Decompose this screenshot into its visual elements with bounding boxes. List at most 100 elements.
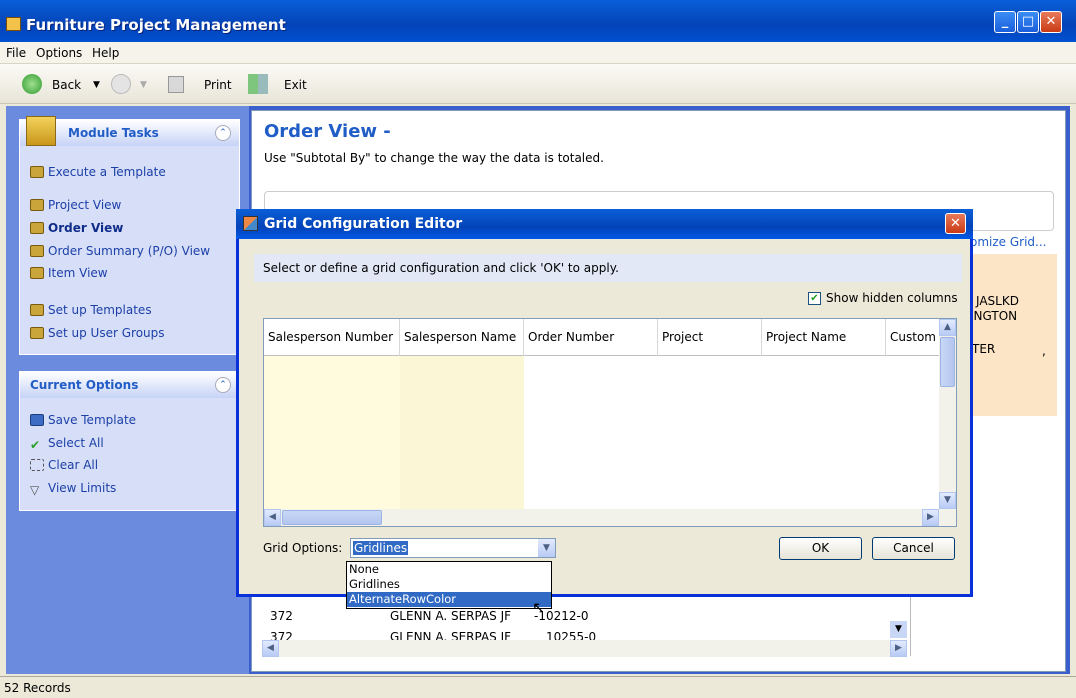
template-icon <box>30 327 44 339</box>
forward-arrow-icon[interactable] <box>111 74 131 94</box>
task-setup-templates[interactable]: Set up Templates <box>30 303 152 317</box>
task-execute-template[interactable]: Execute a Template <box>30 165 166 179</box>
close-icon[interactable]: ✕ <box>1040 11 1062 33</box>
maximize-icon[interactable]: □ <box>1017 11 1039 33</box>
grid-options-value: Gridlines <box>353 541 409 555</box>
task-setup-user-groups[interactable]: Set up User Groups <box>30 326 165 340</box>
horizontal-scrollbar[interactable]: ◀ ▶ <box>262 640 907 657</box>
option-view-limits[interactable]: ▽ View Limits <box>30 481 116 497</box>
show-hidden-label: Show hidden columns <box>826 291 958 305</box>
grid-options-list: None Gridlines AlternateRowColor <box>346 561 552 609</box>
horizontal-scrollbar[interactable]: ◀ ▶ <box>264 509 956 526</box>
filter-icon: ▽ <box>30 483 40 497</box>
task-order-view[interactable]: Order View <box>30 221 123 235</box>
current-options-panel: Current Options ⌃ Save Template ✔ Select … <box>19 371 240 511</box>
window-title: Furniture Project Management <box>26 16 286 34</box>
back-button[interactable]: Back <box>52 78 81 92</box>
template-icon <box>30 267 44 279</box>
template-icon <box>30 166 44 178</box>
grid-configuration-dialog: Grid Configuration Editor ✕ Select or de… <box>236 209 973 597</box>
exit-icon[interactable] <box>248 74 268 94</box>
print-icon[interactable] <box>168 76 184 93</box>
configuration-grid: Salesperson Number Salesperson Name Orde… <box>263 318 957 527</box>
back-arrow-icon[interactable] <box>22 74 42 94</box>
scroll-down-icon[interactable]: ▼ <box>890 621 907 638</box>
grid-options-select[interactable]: Gridlines ▼ <box>350 538 556 558</box>
menu-bar: File Options Help <box>0 42 1076 64</box>
column-header[interactable]: Project Name <box>762 319 886 356</box>
dialog-title-bar[interactable]: Grid Configuration Editor ✕ <box>236 209 973 239</box>
grid-icon <box>243 216 258 231</box>
menu-options[interactable]: Options <box>36 46 82 60</box>
save-icon <box>30 414 44 426</box>
toolbar: Back ▼ ▼ Print Exit <box>0 64 1076 104</box>
option-clear-all[interactable]: Clear All <box>30 458 98 472</box>
grid-cell: 372 <box>270 609 293 623</box>
dialog-title: Grid Configuration Editor <box>264 216 463 232</box>
detail-text: , <box>1042 344 1046 358</box>
back-dropdown-icon[interactable]: ▼ <box>93 80 100 90</box>
task-project-view[interactable]: Project View <box>30 198 121 212</box>
column-header[interactable]: Project <box>658 319 762 356</box>
show-hidden-checkbox[interactable]: ✔ <box>808 292 821 305</box>
mouse-cursor-icon: ↖ <box>532 598 546 617</box>
cancel-button[interactable]: Cancel <box>872 537 955 560</box>
scrollbar-thumb[interactable] <box>282 510 382 525</box>
exit-button[interactable]: Exit <box>284 78 307 92</box>
task-item-view[interactable]: Item View <box>30 266 108 280</box>
module-tasks-icon <box>26 116 56 146</box>
dialog-instruction: Select or define a grid configuration an… <box>254 254 962 282</box>
option-gridlines[interactable]: Gridlines <box>347 577 551 592</box>
grid-cell: GLENN A. SERPAS JF <box>390 609 512 623</box>
page-title: Order View - <box>264 121 391 142</box>
module-tasks-title: Module Tasks <box>68 126 159 140</box>
option-save-template[interactable]: Save Template <box>30 413 136 427</box>
grid-column-fill <box>400 356 524 509</box>
option-alternate-row-color[interactable]: AlternateRowColor <box>347 592 551 607</box>
detail-text: JASLKD <box>976 294 1019 308</box>
module-tasks-panel: Module Tasks ⌃ Execute a Template Projec… <box>19 116 240 355</box>
scroll-right-icon[interactable]: ▶ <box>890 640 907 657</box>
records-count: 52 Records <box>4 681 71 695</box>
grid-options-label: Grid Options: <box>263 541 343 555</box>
chevron-down-icon[interactable]: ▼ <box>538 539 555 557</box>
page-subtitle: Use "Subtotal By" to change the way the … <box>264 151 604 165</box>
scroll-right-icon[interactable]: ▶ <box>922 509 939 526</box>
column-header[interactable]: Order Number <box>524 319 658 356</box>
current-options-title: Current Options <box>30 378 139 392</box>
clear-icon <box>30 459 44 471</box>
option-select-all[interactable]: ✔ Select All <box>30 436 104 452</box>
detail-text: INGTON <box>970 309 1018 323</box>
column-header[interactable]: Salesperson Name <box>400 319 524 356</box>
print-button[interactable]: Print <box>204 78 232 92</box>
vertical-scrollbar[interactable]: ▲ ▼ <box>939 319 956 509</box>
scroll-left-icon[interactable]: ◀ <box>262 640 279 657</box>
collapse-icon[interactable]: ⌃ <box>215 125 231 141</box>
scroll-left-icon[interactable]: ◀ <box>264 509 281 526</box>
scrollbar-thumb[interactable] <box>940 337 955 387</box>
ok-button[interactable]: OK <box>779 537 862 560</box>
menu-file[interactable]: File <box>6 46 26 60</box>
template-icon <box>30 222 44 234</box>
forward-dropdown-icon[interactable]: ▼ <box>140 80 147 90</box>
grid-column-fill <box>264 356 400 509</box>
option-none[interactable]: None <box>347 562 551 577</box>
column-header[interactable]: Salesperson Number <box>264 319 400 356</box>
template-icon <box>30 304 44 316</box>
scroll-up-icon[interactable]: ▲ <box>939 319 956 336</box>
grid-cell: 372 <box>270 630 293 640</box>
scroll-down-icon[interactable]: ▼ <box>939 492 956 509</box>
grid-cell: GLENN A. SERPAS JF <box>390 630 512 640</box>
check-icon: ✔ <box>30 438 41 452</box>
customize-grid-link[interactable]: omize Grid... <box>970 235 1047 249</box>
dialog-close-icon[interactable]: ✕ <box>945 213 966 234</box>
menu-help[interactable]: Help <box>92 46 119 60</box>
task-order-summary-view[interactable]: Order Summary (P/O) View <box>30 244 210 258</box>
template-icon <box>30 245 44 257</box>
column-header[interactable]: Custom <box>886 319 940 356</box>
window-title-bar[interactable]: Furniture Project Management _ □ ✕ <box>0 0 1076 42</box>
collapse-icon[interactable]: ⌃ <box>215 377 231 393</box>
status-bar: 52 Records <box>0 676 1076 698</box>
app-icon <box>6 17 21 31</box>
minimize-icon[interactable]: _ <box>994 11 1016 33</box>
